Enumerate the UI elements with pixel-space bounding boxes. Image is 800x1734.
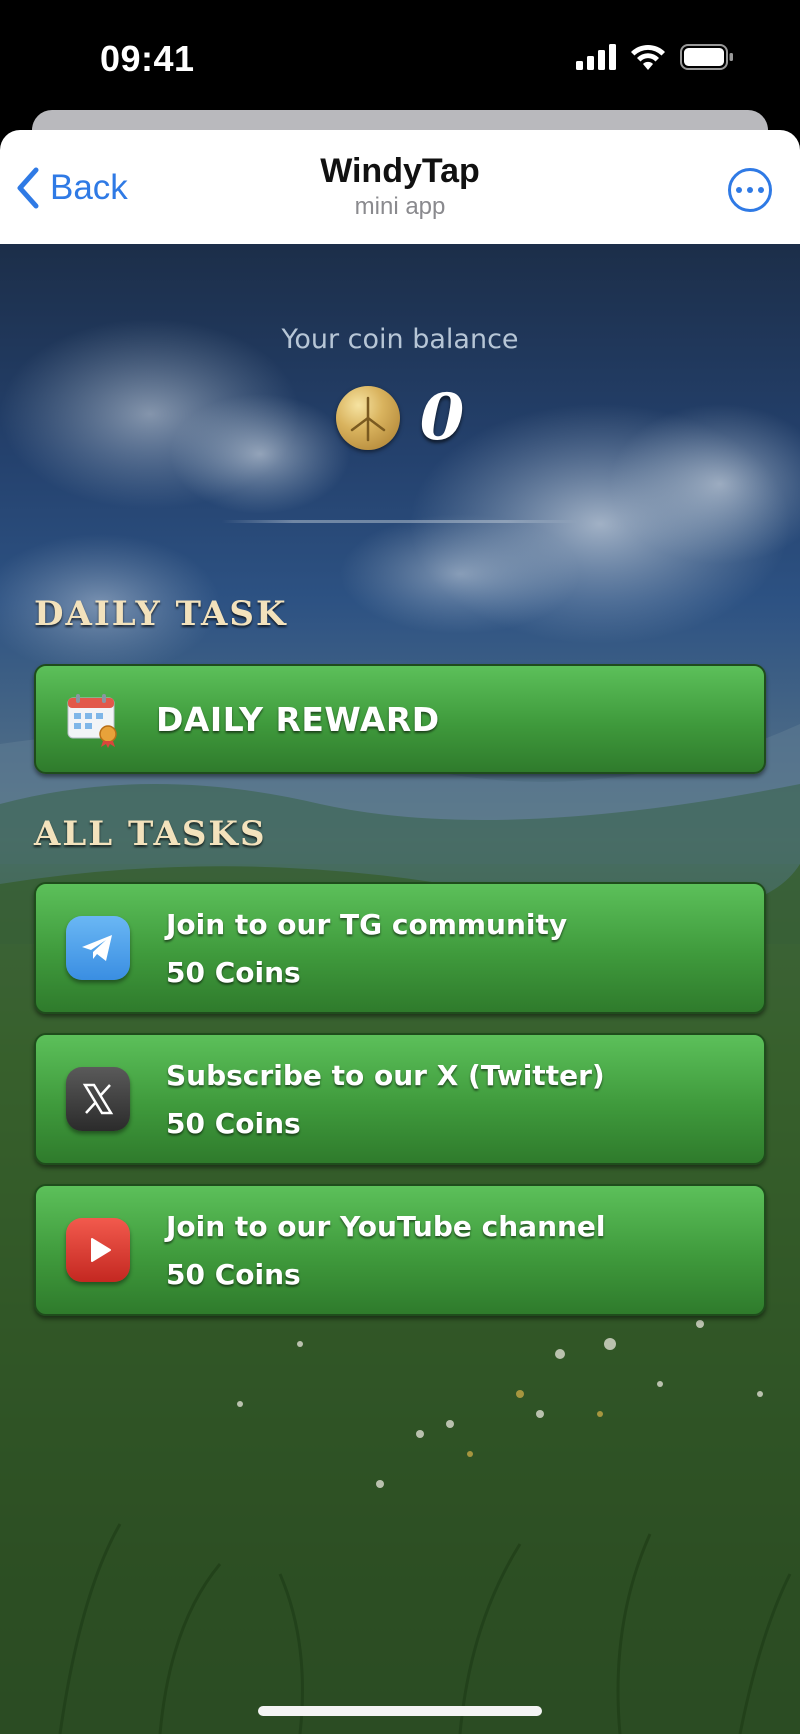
- windmill-icon: [350, 396, 385, 441]
- task-reward: 50 Coins: [166, 956, 301, 989]
- balance-row: 0: [0, 380, 800, 455]
- task-title: Subscribe to our X (Twitter): [166, 1059, 605, 1092]
- task-reward: 50 Coins: [166, 1107, 301, 1140]
- balance-value: 0: [419, 380, 465, 455]
- daily-reward-label: DAILY REWARD: [156, 700, 440, 739]
- task-item-telegram[interactable]: Join to our TG community 50 Coins: [34, 882, 766, 1014]
- cellular-signal-icon: [576, 44, 616, 70]
- youtube-icon: [66, 1218, 130, 1282]
- all-tasks-heading: ALL TASKS: [34, 814, 267, 854]
- task-item-x-twitter[interactable]: Subscribe to our X (Twitter) 50 Coins: [34, 1033, 766, 1165]
- calendar-icon: [67, 694, 117, 748]
- balance-label: Your coin balance: [281, 324, 519, 355]
- task-reward: 50 Coins: [166, 1258, 301, 1291]
- chevron-left-icon: [17, 167, 39, 209]
- home-indicator[interactable]: [258, 1706, 542, 1716]
- app-content: Your coin balance 0 DAILY TASK DAILY REW…: [0, 244, 800, 1734]
- more-dot-icon: [736, 187, 742, 193]
- battery-icon: [680, 44, 733, 70]
- daily-task-heading: DAILY TASK: [34, 594, 288, 634]
- more-options-button[interactable]: [728, 168, 772, 212]
- mini-app-header: Back WindyTap mini app: [0, 130, 800, 244]
- more-dot-icon: [758, 187, 764, 193]
- coin-icon: [335, 385, 400, 450]
- telegram-icon: [66, 916, 130, 980]
- page-subtitle: mini app: [354, 193, 446, 220]
- status-time: 09:41: [100, 38, 195, 79]
- task-title: Join to our YouTube channel: [166, 1210, 606, 1243]
- header-title-block: WindyTap mini app: [200, 152, 600, 221]
- more-dot-icon: [747, 187, 753, 193]
- x-twitter-icon: [66, 1067, 130, 1131]
- wifi-icon: [631, 44, 665, 70]
- back-label: Back: [50, 168, 128, 207]
- status-bar: 09:41: [0, 0, 800, 110]
- page-title: WindyTap: [320, 152, 480, 190]
- back-button[interactable]: Back: [14, 166, 128, 210]
- task-item-youtube[interactable]: Join to our YouTube channel 50 Coins: [34, 1184, 766, 1316]
- daily-reward-button[interactable]: DAILY REWARD: [34, 664, 766, 774]
- task-title: Join to our TG community: [166, 908, 568, 941]
- status-icons: [576, 44, 734, 70]
- divider: [222, 520, 578, 523]
